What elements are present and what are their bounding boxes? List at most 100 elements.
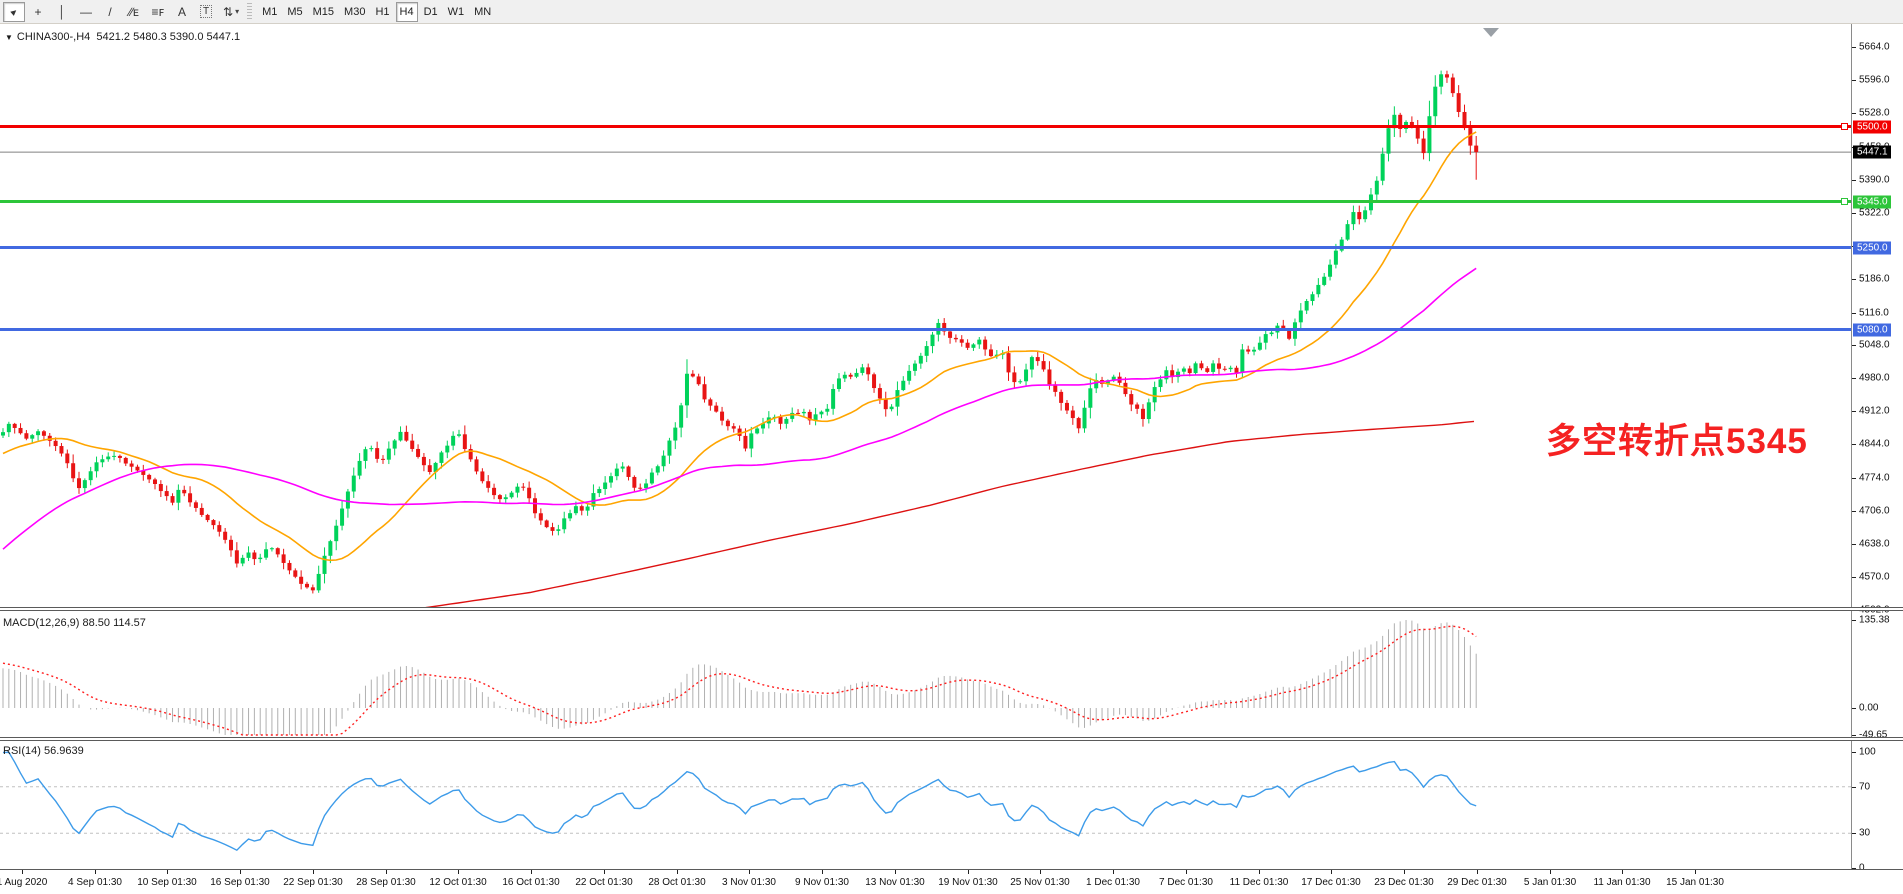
time-axis-label: 12 Oct 01:30 <box>429 877 486 888</box>
rsi-axis-label: 100 <box>1859 747 1876 758</box>
chart-shift-marker-icon[interactable] <box>1483 28 1499 37</box>
time-axis-tick <box>1622 870 1623 874</box>
time-axis-tick <box>1113 870 1114 874</box>
time-axis-tick <box>1695 870 1696 874</box>
timeframe-button-d1[interactable]: D1 <box>420 2 442 22</box>
time-axis-label: 25 Nov 01:30 <box>1010 877 1070 888</box>
price-axis-label: 5322.0 <box>1859 207 1890 218</box>
timeframe-button-m30[interactable]: M30 <box>340 2 369 22</box>
candlestick-chart[interactable] <box>0 24 1851 607</box>
time-axis-tick <box>968 870 969 874</box>
time-axis-label: 23 Dec 01:30 <box>1374 877 1434 888</box>
price-axis-label: 5528.0 <box>1859 107 1890 118</box>
time-axis[interactable]: 1 Aug 2020 4 Sep 01:30 10 Sep 01:30 16 S… <box>0 869 1903 894</box>
line-endpoint-marker[interactable] <box>1841 198 1848 205</box>
timeframe-button-m5[interactable]: M5 <box>283 2 306 22</box>
text-icon: A <box>178 5 186 19</box>
time-axis-tick <box>167 870 168 874</box>
price-axis-label: 4980.0 <box>1859 373 1890 384</box>
price-axis-border <box>1851 24 1852 894</box>
arrows-tool[interactable]: ⇅▾ <box>219 2 243 22</box>
rsi-pane[interactable] <box>0 741 1851 869</box>
time-axis-label: 11 Jan 01:30 <box>1593 877 1650 888</box>
time-axis-label: 7 Dec 01:30 <box>1159 877 1213 888</box>
time-axis-tick <box>604 870 605 874</box>
timeframe-button-h1[interactable]: H1 <box>371 2 393 22</box>
price-axis-label: 5390.0 <box>1859 174 1890 185</box>
price-axis-label: 4912.0 <box>1859 406 1890 417</box>
pane-separator[interactable] <box>0 737 1903 741</box>
level-price-tag: 5500.0 <box>1853 120 1891 133</box>
time-axis-tick <box>1477 870 1478 874</box>
vertical-line-icon: │ <box>58 5 66 19</box>
macd-histogram <box>0 611 1851 737</box>
timeframe-button-m1[interactable]: M1 <box>258 2 281 22</box>
dropdown-arrow-icon[interactable]: ▾ <box>235 7 239 16</box>
timeframe-button-w1[interactable]: W1 <box>444 2 469 22</box>
text-tool[interactable]: A <box>171 2 193 22</box>
equidistant-channel-tool[interactable]: ∕∕ᴇ <box>123 2 145 22</box>
time-axis-tick <box>1331 870 1332 874</box>
timeframe-button-m15[interactable]: M15 <box>309 2 338 22</box>
price-axis-label: 5596.0 <box>1859 74 1890 85</box>
time-axis-tick <box>22 870 23 874</box>
price-axis-label: 5116.0 <box>1859 307 1889 318</box>
time-axis-label: 11 Dec 01:30 <box>1230 877 1289 888</box>
chart-annotation-text[interactable]: 多空转折点5345 <box>1546 413 1808 464</box>
macd-pane[interactable] <box>0 611 1851 737</box>
trendline-tool[interactable]: / <box>99 2 121 22</box>
horizontal-level-line-5345.0[interactable] <box>0 200 1851 203</box>
macd-axis-label: 135.38 <box>1859 615 1890 626</box>
time-axis-tick <box>822 870 823 874</box>
time-axis-tick <box>895 870 896 874</box>
time-axis-label: 1 Dec 01:30 <box>1086 877 1140 888</box>
crosshair-icon: + <box>34 5 41 19</box>
time-axis-label: 4 Sep 01:30 <box>68 877 122 888</box>
time-axis-tick <box>677 870 678 874</box>
pane-separator[interactable] <box>0 607 1903 611</box>
timeframe-button-mn[interactable]: MN <box>470 2 495 22</box>
horizontal-level-line-5080.0[interactable] <box>0 328 1851 331</box>
time-axis-label: 5 Jan 01:30 <box>1524 877 1576 888</box>
horizontal-line-tool[interactable]: — <box>75 2 97 22</box>
main-chart-pane[interactable] <box>0 24 1851 607</box>
cursor-tool[interactable]: ▸ <box>3 2 25 22</box>
time-axis-tick <box>749 870 750 874</box>
price-axis-label: 4706.0 <box>1859 506 1890 517</box>
trendline-icon: / <box>108 5 111 19</box>
fibonacci-tool[interactable]: ≡ꜰ <box>147 2 169 22</box>
vertical-line-tool[interactable]: │ <box>51 2 73 22</box>
line-endpoint-marker[interactable] <box>1841 123 1848 130</box>
level-price-tag: 5250.0 <box>1853 241 1891 254</box>
toolbar-drag-handle[interactable] <box>247 3 252 21</box>
time-axis-label: 19 Nov 01:30 <box>938 877 998 888</box>
toolbar: ▸ + │ — / ∕∕ᴇ ≡ꜰ AT⇅▾ M1M5M15M30H1H4D1W1MN <box>0 0 1903 24</box>
time-axis-label: 29 Dec 01:30 <box>1447 877 1507 888</box>
time-axis-tick <box>240 870 241 874</box>
time-axis-tick <box>313 870 314 874</box>
rsi-indicator-label: RSI(14) 56.9639 <box>3 745 84 757</box>
fibonacci-icon: ≡ꜰ <box>152 5 165 19</box>
text-label-tool[interactable]: T <box>195 2 217 22</box>
time-axis-tick <box>1404 870 1405 874</box>
level-price-tag: 5345.0 <box>1853 195 1891 208</box>
collapse-arrow-icon[interactable]: ▼ <box>5 33 13 42</box>
crosshair-tool[interactable]: + <box>27 2 49 22</box>
price-axis-label: 5048.0 <box>1859 340 1890 351</box>
time-axis-label: 9 Nov 01:30 <box>795 877 849 888</box>
horizontal-level-line-5500.0[interactable] <box>0 125 1851 128</box>
time-axis-tick <box>1040 870 1041 874</box>
time-axis-label: 28 Sep 01:30 <box>356 877 416 888</box>
macd-axis-label: 0.00 <box>1859 703 1878 714</box>
current-price-tag: 5447.1 <box>1853 146 1891 159</box>
time-axis-tick <box>95 870 96 874</box>
time-axis-label: 1 Aug 2020 <box>0 877 47 888</box>
macd-indicator-label: MACD(12,26,9) 88.50 114.57 <box>3 617 146 629</box>
timeframe-button-h4[interactable]: H4 <box>396 2 418 22</box>
time-axis-label: 22 Oct 01:30 <box>575 877 632 888</box>
price-axis-label: 5664.0 <box>1859 42 1890 53</box>
horizontal-level-line-5250.0[interactable] <box>0 246 1851 249</box>
time-axis-tick <box>458 870 459 874</box>
time-axis-tick <box>531 870 532 874</box>
level-price-tag: 5080.0 <box>1853 323 1891 336</box>
